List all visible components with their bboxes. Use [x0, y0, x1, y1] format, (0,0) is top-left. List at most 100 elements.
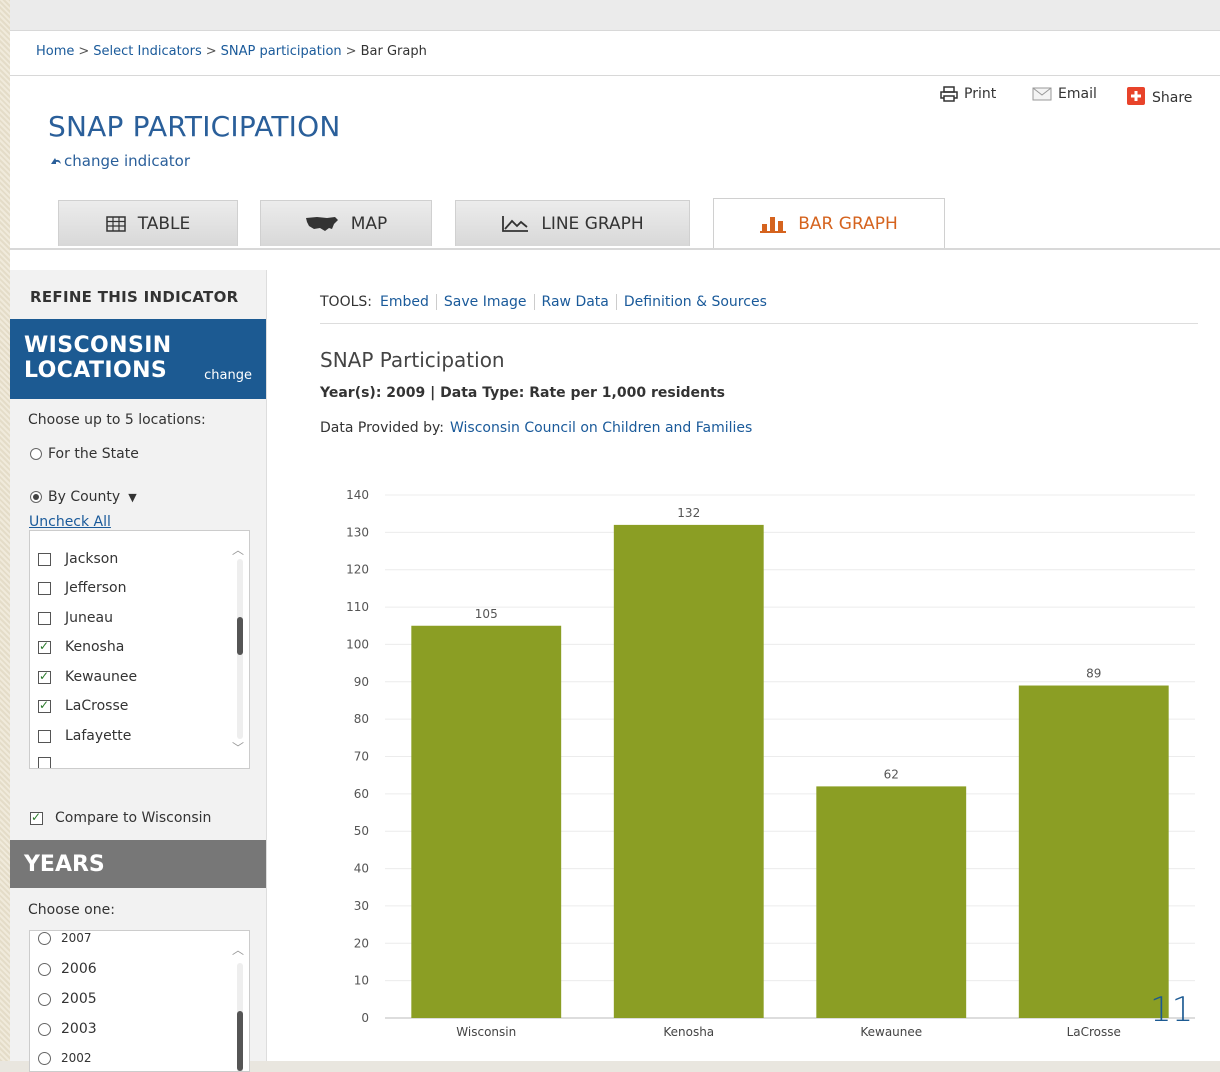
breadcrumb-home[interactable]: Home — [36, 44, 74, 59]
breadcrumb: Home > Select Indicators > SNAP participatio… — [36, 44, 427, 59]
county-list[interactable]: Jackson Jefferson Juneau Kenosha Kewaune… — [29, 530, 250, 769]
x-tick-label: LaCrosse — [1067, 1025, 1121, 1039]
radio-button[interactable] — [38, 931, 51, 945]
tab-table[interactable]: TABLE — [58, 200, 238, 246]
scrollbar-thumb[interactable] — [237, 617, 243, 655]
year-item-2006[interactable]: 2006 — [38, 961, 97, 977]
uncheck-all-link[interactable]: Uncheck All — [29, 514, 111, 530]
breadcrumb-current: Bar Graph — [360, 44, 427, 59]
y-tick-label: 70 — [354, 750, 369, 764]
radio-for-state-label: For the State — [48, 446, 139, 462]
locations-change-link[interactable]: change — [204, 368, 252, 383]
county-label: Kenosha — [65, 639, 125, 655]
email-button[interactable]: Email — [1032, 86, 1097, 102]
bar — [411, 625, 562, 1018]
checkbox[interactable] — [38, 729, 51, 743]
year-item-2002[interactable]: 2002 — [38, 1051, 92, 1065]
y-tick-label: 90 — [354, 675, 369, 689]
compare-label: Compare to Wisconsin — [55, 810, 212, 826]
tab-map-label: MAP — [350, 213, 388, 234]
radio-button[interactable] — [38, 1051, 51, 1065]
scroll-down-icon[interactable]: ﹀ — [232, 739, 244, 756]
save-image-link[interactable]: Save Image — [436, 294, 535, 310]
tab-map[interactable]: MAP — [260, 200, 432, 246]
years-title: YEARS — [24, 852, 105, 877]
year-list[interactable]: 2007 2006 2005 2003 2002 ︿ — [29, 930, 250, 1072]
data-label: 132 — [677, 506, 700, 520]
year-item-2005[interactable]: 2005 — [38, 991, 97, 1007]
share-plus-icon — [1127, 87, 1145, 105]
years-header: YEARS — [10, 840, 266, 888]
radio-button[interactable] — [38, 962, 51, 976]
x-tick-label: Kewaunee — [860, 1025, 922, 1039]
scrollbar-thumb[interactable] — [237, 1011, 243, 1071]
radio-by-county[interactable]: By County ▼ — [30, 489, 137, 505]
embed-link[interactable]: Embed — [380, 294, 437, 310]
county-label: Jackson — [65, 551, 119, 567]
y-tick-label: 130 — [346, 525, 369, 539]
checkbox[interactable] — [38, 552, 51, 566]
county-label: Lafayette — [65, 728, 132, 744]
chart-title: SNAP Participation — [320, 348, 505, 372]
checkbox-checked[interactable] — [38, 639, 51, 654]
scroll-up-icon[interactable]: ︿ — [232, 541, 244, 558]
county-item-lacrosse[interactable]: LaCrosse — [38, 698, 128, 714]
county-item-jefferson[interactable]: Jefferson — [38, 580, 127, 596]
tab-line-graph[interactable]: LINE GRAPH — [455, 200, 690, 246]
county-scrollbar[interactable] — [237, 559, 243, 739]
radio-button[interactable] — [38, 1022, 51, 1036]
y-tick-label: 20 — [354, 936, 369, 950]
checkbox-checked[interactable] — [30, 810, 43, 825]
data-provider-link[interactable]: Wisconsin Council on Children and Famili… — [450, 420, 752, 436]
y-tick-label: 30 — [354, 899, 369, 913]
undo-arrow-icon — [50, 155, 64, 169]
y-tick-label: 10 — [354, 974, 369, 988]
left-decorative-strip — [0, 0, 10, 1061]
view-tabs: TABLE MAP LINE GRAPH BAR GRAPH — [10, 198, 1220, 250]
year-item-2007[interactable]: 2007 — [38, 931, 92, 945]
year-label: 2006 — [61, 961, 97, 977]
bar — [816, 786, 967, 1018]
print-button[interactable]: Print — [940, 86, 996, 102]
y-tick-label: 100 — [346, 637, 369, 651]
tools-label: TOOLS: — [320, 294, 372, 310]
county-label: LaCrosse — [65, 698, 129, 714]
data-label: 62 — [884, 767, 899, 781]
radio-for-state[interactable]: For the State — [30, 446, 139, 462]
year-scrollbar[interactable] — [237, 963, 243, 1071]
envelope-icon — [1032, 87, 1052, 101]
y-tick-label: 60 — [354, 787, 369, 801]
definition-sources-link[interactable]: Definition & Sources — [617, 294, 774, 310]
radio-button[interactable] — [38, 992, 51, 1006]
scroll-up-icon[interactable]: ︿ — [232, 941, 244, 958]
locations-header: WISCONSIN LOCATIONS change — [10, 319, 266, 399]
triangle-down-icon: ▼ — [128, 490, 137, 504]
checkbox[interactable] — [38, 581, 51, 595]
data-label: 89 — [1086, 667, 1101, 681]
tab-bar-graph[interactable]: BAR GRAPH — [713, 198, 945, 248]
radio-button-selected — [30, 491, 42, 503]
checkbox[interactable] — [38, 611, 51, 625]
county-item-lafayette[interactable]: Lafayette — [38, 728, 131, 744]
x-tick-label: Kenosha — [663, 1025, 714, 1039]
compare-to-wisconsin[interactable]: Compare to Wisconsin — [30, 810, 211, 826]
bar — [613, 524, 764, 1018]
checkbox-checked[interactable] — [38, 669, 51, 684]
share-label: Share — [1152, 90, 1193, 106]
raw-data-link[interactable]: Raw Data — [534, 294, 617, 310]
radio-by-county-label: By County — [48, 489, 121, 505]
county-item-kewaunee[interactable]: Kewaunee — [38, 669, 137, 685]
change-indicator-link[interactable]: change indicator — [50, 152, 190, 170]
checkbox-checked[interactable] — [38, 698, 51, 713]
table-icon — [105, 215, 126, 232]
year-item-2003[interactable]: 2003 — [38, 1021, 97, 1037]
bar-chart: 0 10 20 30 40 50 60 70 80 90 100 110 120 130 140 105 Wis… — [346, 488, 1195, 1039]
page-number: 11 — [1150, 990, 1194, 1030]
share-button[interactable]: Share — [1126, 86, 1192, 106]
refine-sidebar: REFINE THIS INDICATOR WISCONSIN LOCATION… — [10, 270, 267, 1072]
breadcrumb-snap[interactable]: SNAP participation — [221, 44, 342, 59]
county-item-jackson[interactable]: Jackson — [38, 551, 118, 567]
breadcrumb-select-indicators[interactable]: Select Indicators — [93, 44, 201, 59]
county-item-juneau[interactable]: Juneau — [38, 610, 113, 626]
county-item-kenosha[interactable]: Kenosha — [38, 639, 124, 655]
